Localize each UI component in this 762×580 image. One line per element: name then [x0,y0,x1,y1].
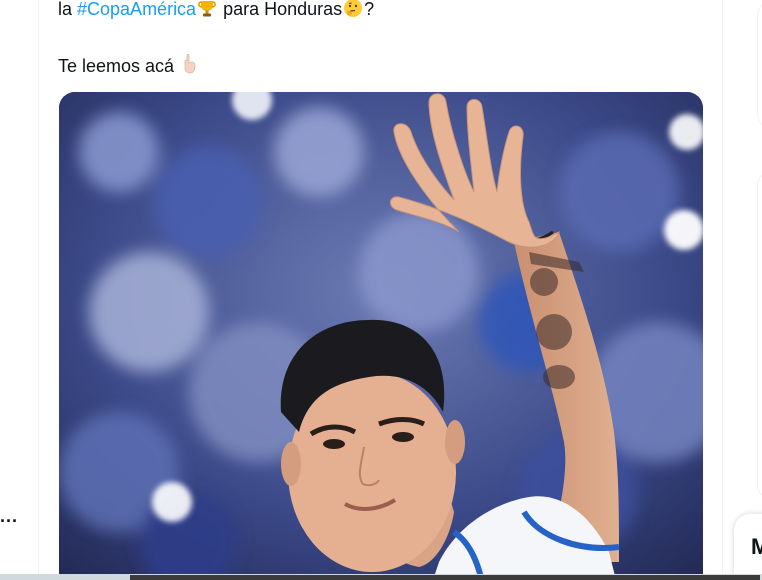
tweet-text-prefix: la [58,0,78,19]
tweet-text-middle: para Honduras [218,0,343,19]
messages-drawer-label: M [751,534,762,559]
horizontal-scrollbar-thumb[interactable] [130,575,760,580]
right-sidebar-panel [757,170,762,500]
page: ... la #CopaAmérica para Honduras ? Te l… [0,0,762,580]
tweet-text-suffix: ? [364,0,375,19]
right-sidebar-panel-top [757,0,762,130]
thinking-face-emoji-icon [343,0,363,18]
tweet-text-line-2-label: Te leemos acá [58,56,180,76]
more-options-ellipsis[interactable]: ... [0,506,18,527]
right-column-divider [722,0,723,580]
pointing-down-emoji-icon [180,53,200,74]
trophy-emoji-icon [197,0,217,18]
tweet-text-line-2: Te leemos acá [58,53,201,77]
tweet-photo[interactable] [59,92,703,580]
hashtag-link[interactable]: #CopaAmérica [77,0,196,19]
tweet: la #CopaAmérica para Honduras ? Te leemo… [39,0,723,580]
tweet-text-line-1: la #CopaAmérica para Honduras ? [58,0,374,20]
